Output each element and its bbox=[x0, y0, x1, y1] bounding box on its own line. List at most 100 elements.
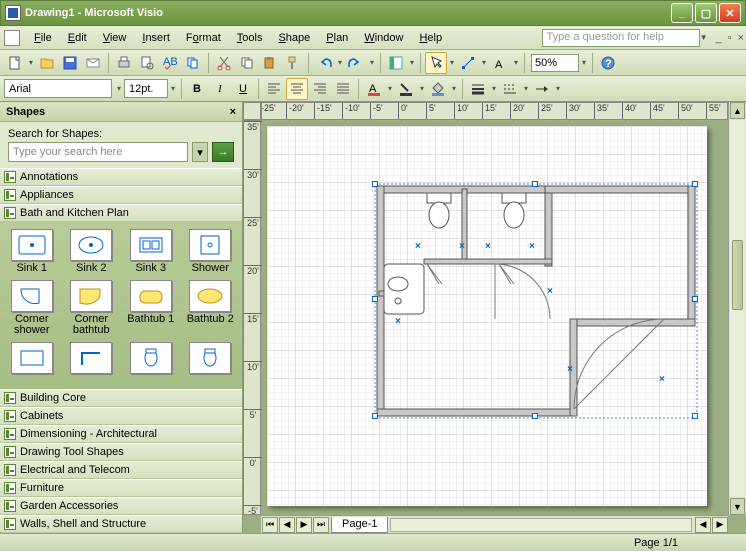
scroll-left-button[interactable]: ◀ bbox=[695, 517, 711, 533]
print-preview-button[interactable] bbox=[136, 52, 158, 74]
category-dimensioning[interactable]: Dimensioning - Architectural bbox=[0, 425, 242, 443]
horizontal-ruler[interactable]: -25'-20'-15'-10'-5'0'5'10'15'20'25'30'35… bbox=[261, 102, 728, 120]
zoom-input[interactable]: 50% bbox=[531, 54, 579, 72]
help-button[interactable]: ? bbox=[597, 52, 619, 74]
font-color-button[interactable]: A bbox=[363, 78, 385, 100]
shapes-close-button[interactable]: × bbox=[230, 106, 236, 118]
line-ends-dropdown[interactable]: ▾ bbox=[554, 84, 562, 93]
menu-insert[interactable]: Insert bbox=[134, 29, 178, 47]
open-button[interactable] bbox=[36, 52, 58, 74]
connection-point[interactable]: × bbox=[485, 241, 491, 252]
connection-point[interactable]: × bbox=[459, 241, 465, 252]
align-justify-button[interactable] bbox=[332, 78, 354, 100]
category-furniture[interactable]: Furniture bbox=[0, 479, 242, 497]
italic-button[interactable]: I bbox=[209, 78, 231, 100]
category-cabinets[interactable]: Cabinets bbox=[0, 407, 242, 425]
align-left-button[interactable] bbox=[263, 78, 285, 100]
selection-handle[interactable] bbox=[372, 413, 378, 419]
shapes-window-dropdown[interactable]: ▾ bbox=[408, 58, 416, 67]
font-selector[interactable]: Arial bbox=[4, 79, 112, 98]
menu-view[interactable]: View bbox=[95, 29, 135, 47]
size-dropdown[interactable]: ▾ bbox=[169, 84, 177, 93]
fill-color-dropdown[interactable]: ▾ bbox=[450, 84, 458, 93]
menu-window[interactable]: Window bbox=[356, 29, 411, 47]
category-drawing-tool[interactable]: Drawing Tool Shapes bbox=[0, 443, 242, 461]
line-pattern-button[interactable] bbox=[499, 78, 521, 100]
menu-format[interactable]: Format bbox=[178, 29, 229, 47]
align-right-button[interactable] bbox=[309, 78, 331, 100]
shapes-window-button[interactable] bbox=[385, 52, 407, 74]
email-button[interactable] bbox=[82, 52, 104, 74]
shape-shower[interactable]: Shower bbox=[181, 226, 241, 277]
next-page-button[interactable]: ▶ bbox=[296, 517, 312, 533]
selection-handle[interactable] bbox=[372, 296, 378, 302]
scroll-up-button[interactable]: ▲ bbox=[730, 102, 745, 119]
help-dropdown[interactable]: ▼ bbox=[700, 33, 708, 42]
redo-button[interactable] bbox=[345, 52, 367, 74]
selection-handle[interactable] bbox=[692, 413, 698, 419]
doc-close-button[interactable]: × bbox=[738, 32, 744, 44]
bold-button[interactable]: B bbox=[186, 78, 208, 100]
category-walls[interactable]: Walls, Shell and Structure bbox=[0, 515, 242, 533]
shape-extra-3[interactable] bbox=[121, 339, 181, 379]
category-building-core[interactable]: Building Core bbox=[0, 389, 242, 407]
connection-point[interactable]: × bbox=[529, 241, 535, 252]
shape-corner-shower[interactable]: Corner shower bbox=[2, 277, 62, 339]
document-icon[interactable] bbox=[4, 30, 20, 46]
text-dropdown[interactable]: ▾ bbox=[512, 58, 520, 67]
shape-extra-1[interactable] bbox=[2, 339, 62, 379]
selection-handle[interactable] bbox=[692, 296, 698, 302]
zoom-dropdown[interactable]: ▾ bbox=[580, 58, 588, 67]
pointer-dropdown[interactable]: ▾ bbox=[448, 58, 456, 67]
shapes-search-input[interactable]: Type your search here bbox=[8, 142, 188, 162]
search-dropdown[interactable]: ▾ bbox=[192, 142, 208, 162]
scroll-right-button[interactable]: ▶ bbox=[712, 517, 728, 533]
shape-extra-4[interactable] bbox=[181, 339, 241, 379]
connection-point[interactable]: × bbox=[567, 364, 573, 375]
shape-sink-1[interactable]: Sink 1 bbox=[2, 226, 62, 277]
floor-plan-drawing[interactable] bbox=[267, 126, 707, 506]
cut-button[interactable] bbox=[213, 52, 235, 74]
drawing-canvas[interactable]: × × × × × × × × bbox=[261, 120, 728, 515]
minimize-button[interactable]: _ bbox=[671, 3, 693, 23]
line-weight-button[interactable] bbox=[467, 78, 489, 100]
scroll-down-button[interactable]: ▼ bbox=[730, 498, 745, 515]
doc-restore-button[interactable]: ▫ bbox=[728, 32, 732, 44]
shape-bathtub-1[interactable]: Bathtub 1 bbox=[121, 277, 181, 339]
selection-handle[interactable] bbox=[692, 181, 698, 187]
vertical-ruler[interactable]: 35'30'25'20'15'10'5'0'-5' bbox=[243, 120, 261, 515]
line-color-dropdown[interactable]: ▾ bbox=[418, 84, 426, 93]
menu-plan[interactable]: Plan bbox=[318, 29, 356, 47]
selection-handle[interactable] bbox=[372, 181, 378, 187]
search-go-button[interactable]: → bbox=[212, 142, 234, 162]
vertical-scrollbar[interactable]: ▲ ▼ bbox=[728, 102, 746, 515]
format-painter-button[interactable] bbox=[282, 52, 304, 74]
shape-corner-bathtub[interactable]: Corner bathtub bbox=[62, 277, 122, 339]
line-weight-dropdown[interactable]: ▾ bbox=[490, 84, 498, 93]
copy-button[interactable] bbox=[236, 52, 258, 74]
shape-extra-2[interactable] bbox=[62, 339, 122, 379]
close-button[interactable]: ✕ bbox=[719, 3, 741, 23]
align-center-button[interactable] bbox=[286, 78, 308, 100]
font-dropdown[interactable]: ▾ bbox=[115, 84, 123, 93]
shape-bathtub-2[interactable]: Bathtub 2 bbox=[181, 277, 241, 339]
font-size-selector[interactable]: 12pt. bbox=[124, 79, 168, 98]
menu-edit[interactable]: Edit bbox=[60, 29, 95, 47]
line-pattern-dropdown[interactable]: ▾ bbox=[522, 84, 530, 93]
paste-button[interactable] bbox=[259, 52, 281, 74]
pointer-tool-button[interactable] bbox=[425, 52, 447, 74]
connector-tool-button[interactable] bbox=[457, 52, 479, 74]
save-button[interactable] bbox=[59, 52, 81, 74]
line-color-button[interactable] bbox=[395, 78, 417, 100]
font-color-dropdown[interactable]: ▾ bbox=[386, 84, 394, 93]
text-tool-button[interactable]: A bbox=[489, 52, 511, 74]
new-button[interactable] bbox=[4, 52, 26, 74]
menu-file[interactable]: File bbox=[26, 29, 60, 47]
menu-help[interactable]: Help bbox=[411, 29, 450, 47]
connection-point[interactable]: × bbox=[395, 316, 401, 327]
category-garden[interactable]: Garden Accessories bbox=[0, 497, 242, 515]
connection-point[interactable]: × bbox=[659, 374, 665, 385]
print-button[interactable] bbox=[113, 52, 135, 74]
shape-sink-3[interactable]: Sink 3 bbox=[121, 226, 181, 277]
category-electrical[interactable]: Electrical and Telecom bbox=[0, 461, 242, 479]
